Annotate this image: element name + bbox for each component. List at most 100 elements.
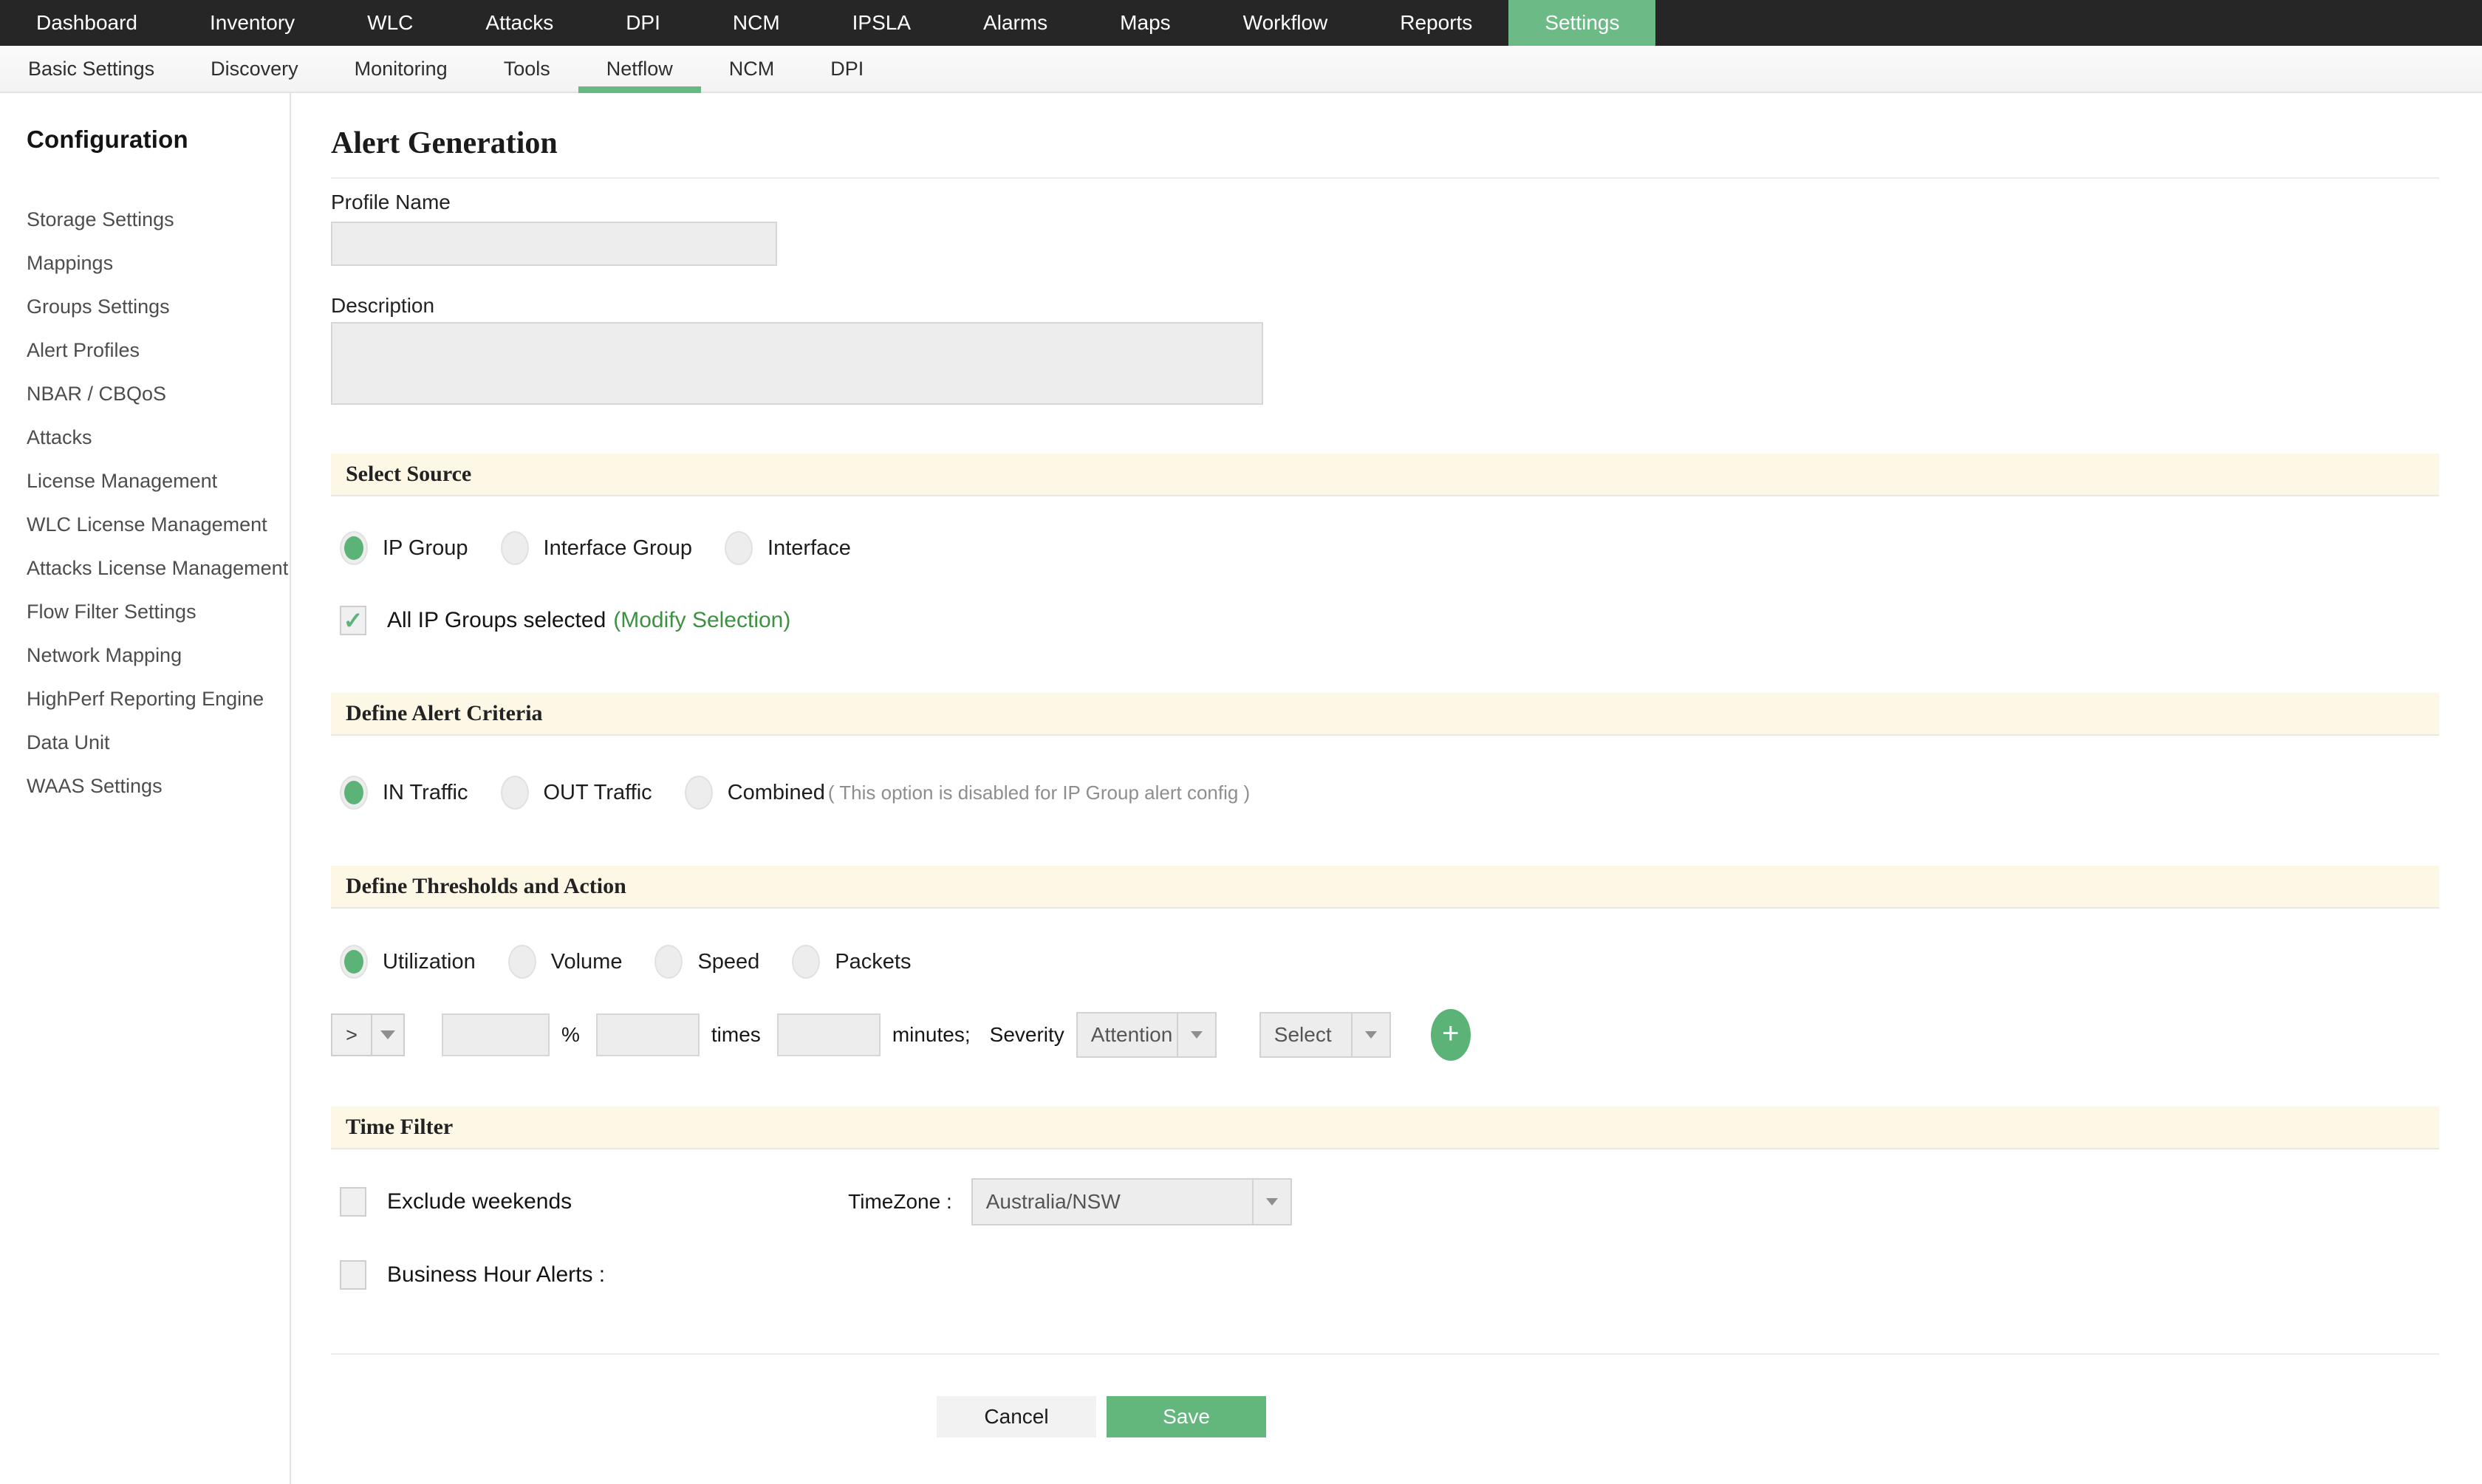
radio-ip-group[interactable]	[340, 531, 368, 565]
sidebar-item-alert-profiles[interactable]: Alert Profiles	[27, 329, 290, 372]
title-divider	[331, 177, 2439, 179]
nav-maps[interactable]: Maps	[1084, 0, 1206, 46]
timezone-label: TimeZone :	[848, 1190, 952, 1213]
sidebar-item-attacks-license-management[interactable]: Attacks License Management	[27, 547, 290, 590]
nav-reports[interactable]: Reports	[1364, 0, 1508, 46]
subnav-netflow[interactable]: Netflow	[578, 46, 701, 93]
nav-wlc[interactable]: WLC	[331, 0, 449, 46]
subnav-monitoring[interactable]: Monitoring	[327, 46, 476, 92]
sidebar-item-flow-filter-settings[interactable]: Flow Filter Settings	[27, 590, 290, 634]
sidebar-item-network-mapping[interactable]: Network Mapping	[27, 634, 290, 677]
cancel-button[interactable]: Cancel	[937, 1396, 1096, 1437]
business-hour-alerts-checkbox[interactable]	[340, 1260, 366, 1290]
time-filter-title: Time Filter	[346, 1115, 454, 1139]
profile-name-input[interactable]	[331, 222, 777, 266]
radio-utilization[interactable]	[340, 945, 368, 979]
select-source-title: Select Source	[346, 462, 472, 486]
chevron-down-icon	[1251, 1180, 1290, 1224]
modify-selection-link[interactable]: (Modify Selection)	[613, 608, 790, 633]
nav-attacks[interactable]: Attacks	[449, 0, 589, 46]
timezone-dropdown[interactable]: Australia/NSW	[971, 1178, 1292, 1225]
radio-selected-dot	[344, 950, 363, 974]
page-title: Alert Generation	[331, 126, 558, 160]
add-threshold-button[interactable]: +	[1430, 1009, 1471, 1061]
sidebar-item-waas-settings[interactable]: WAAS Settings	[27, 765, 290, 808]
nav-dpi[interactable]: DPI	[589, 0, 697, 46]
nav-ncm[interactable]: NCM	[697, 0, 816, 46]
operator-dropdown[interactable]: >	[331, 1013, 405, 1056]
threshold-percent-input[interactable]	[442, 1013, 550, 1056]
combined-disabled-note: ( This option is disabled for IP Group a…	[827, 781, 1251, 804]
radio-volume[interactable]	[507, 945, 536, 979]
radio-combined[interactable]	[684, 776, 713, 810]
sidebar-list: Storage Settings Mappings Groups Setting…	[27, 198, 290, 808]
plus-icon: +	[1442, 1016, 1460, 1050]
threshold-times-input[interactable]	[595, 1013, 700, 1056]
source-options: IP Group Interface Group Interface	[331, 527, 2439, 569]
select-source-section-header: Select Source	[331, 454, 2439, 496]
threshold-config-row: > % times minutes; Severity Attention Se…	[331, 1009, 2439, 1061]
radio-speed[interactable]	[654, 945, 683, 979]
radio-out-traffic-label: OUT Traffic	[543, 780, 652, 804]
profile-name-label: Profile Name	[331, 191, 451, 213]
subnav-discovery[interactable]: Discovery	[182, 46, 327, 92]
alert-criteria-title: Define Alert Criteria	[346, 701, 543, 725]
radio-ip-group-label: IP Group	[383, 536, 468, 560]
sidebar-title: Configuration	[27, 126, 188, 153]
alert-criteria-section-header: Define Alert Criteria	[331, 693, 2439, 736]
radio-selected-dot	[344, 781, 363, 804]
radio-combined-label: Combined	[727, 780, 825, 804]
radio-speed-label: Speed	[697, 949, 760, 974]
radio-selected-dot	[344, 536, 363, 560]
sidebar-item-storage-settings[interactable]: Storage Settings	[27, 198, 290, 242]
sidebar-item-wlc-license-management[interactable]: WLC License Management	[27, 503, 290, 547]
severity-label: Severity	[989, 1023, 1064, 1046]
radio-in-traffic[interactable]	[340, 776, 368, 810]
radio-interface-label: Interface	[767, 536, 851, 560]
thresholds-section-header: Define Thresholds and Action	[331, 866, 2439, 909]
exclude-weekends-checkbox[interactable]	[340, 1187, 366, 1217]
time-filter-row-1: Exclude weekends TimeZone : Australia/NS…	[331, 1177, 2439, 1226]
radio-utilization-label: Utilization	[383, 949, 476, 974]
sidebar-item-attacks[interactable]: Attacks	[27, 416, 290, 459]
sidebar-item-nbar-cbqos[interactable]: NBAR / CBQoS	[27, 372, 290, 416]
sidebar-item-highperf-reporting-engine[interactable]: HighPerf Reporting Engine	[27, 677, 290, 721]
save-button[interactable]: Save	[1107, 1396, 1266, 1437]
severity-dropdown[interactable]: Attention	[1076, 1012, 1217, 1058]
subnav-basic-settings[interactable]: Basic Settings	[0, 46, 182, 92]
nav-alarms[interactable]: Alarms	[947, 0, 1084, 46]
sidebar-item-mappings[interactable]: Mappings	[27, 242, 290, 285]
nav-inventory[interactable]: Inventory	[174, 0, 331, 46]
sidebar-item-license-management[interactable]: License Management	[27, 459, 290, 503]
action-dropdown[interactable]: Select	[1259, 1012, 1391, 1058]
sidebar-item-data-unit[interactable]: Data Unit	[27, 721, 290, 765]
radio-in-traffic-label: IN Traffic	[383, 780, 468, 804]
nav-ipsla[interactable]: IPSLA	[816, 0, 947, 46]
minutes-unit-label: minutes;	[892, 1023, 971, 1046]
form-actions: Cancel Save	[937, 1396, 2482, 1437]
severity-dropdown-value: Attention	[1090, 1023, 1173, 1046]
radio-volume-label: Volume	[550, 949, 623, 974]
chevron-down-icon	[372, 1015, 403, 1055]
radio-interface-group[interactable]	[500, 531, 529, 565]
all-ip-groups-label: All IP Groups selected	[387, 608, 606, 632]
time-filter-row-2: Business Hour Alerts :	[331, 1251, 2439, 1299]
nav-workflow[interactable]: Workflow	[1207, 0, 1364, 46]
description-input[interactable]	[331, 322, 1263, 405]
threshold-minutes-input[interactable]	[776, 1013, 881, 1056]
subnav-dpi[interactable]: DPI	[802, 46, 892, 92]
threshold-metric-options: Utilization Volume Speed Packets	[331, 941, 2439, 982]
chevron-down-icon	[1176, 1013, 1215, 1056]
radio-packets[interactable]	[792, 945, 821, 979]
subnav-tools[interactable]: Tools	[476, 46, 578, 92]
nav-settings[interactable]: Settings	[1508, 0, 1656, 46]
times-unit-label: times	[711, 1023, 761, 1046]
radio-interface[interactable]	[725, 531, 753, 565]
subnav-ncm[interactable]: NCM	[701, 46, 803, 92]
radio-out-traffic[interactable]	[500, 776, 529, 810]
timezone-dropdown-value: Australia/NSW	[985, 1190, 1121, 1213]
nav-dashboard[interactable]: Dashboard	[0, 0, 174, 46]
alert-generation-form: Alert Generation Profile Name Descriptio…	[291, 93, 2482, 1484]
sidebar-item-groups-settings[interactable]: Groups Settings	[27, 285, 290, 329]
all-ip-groups-checkbox[interactable]: ✓	[340, 606, 366, 635]
